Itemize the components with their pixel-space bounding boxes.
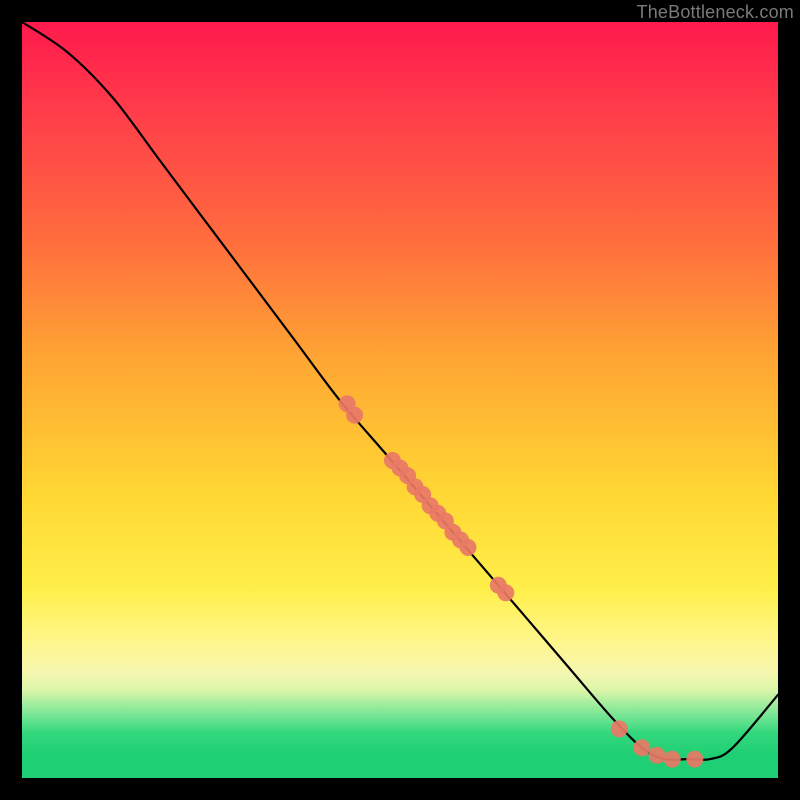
- chart-curve: [22, 22, 778, 760]
- scatter-dot: [497, 584, 514, 601]
- scatter-dot: [460, 539, 477, 556]
- chart-scatter-dots: [339, 395, 704, 767]
- scatter-dot: [346, 407, 363, 424]
- scatter-dot: [611, 720, 628, 737]
- watermark-text: TheBottleneck.com: [637, 2, 794, 23]
- chart-plot-area: [22, 22, 778, 778]
- scatter-dot: [686, 751, 703, 768]
- scatter-dot: [664, 751, 681, 768]
- scatter-dot: [633, 739, 650, 756]
- scatter-dot: [649, 747, 666, 764]
- chart-frame: TheBottleneck.com: [0, 0, 800, 800]
- chart-svg: [22, 22, 778, 778]
